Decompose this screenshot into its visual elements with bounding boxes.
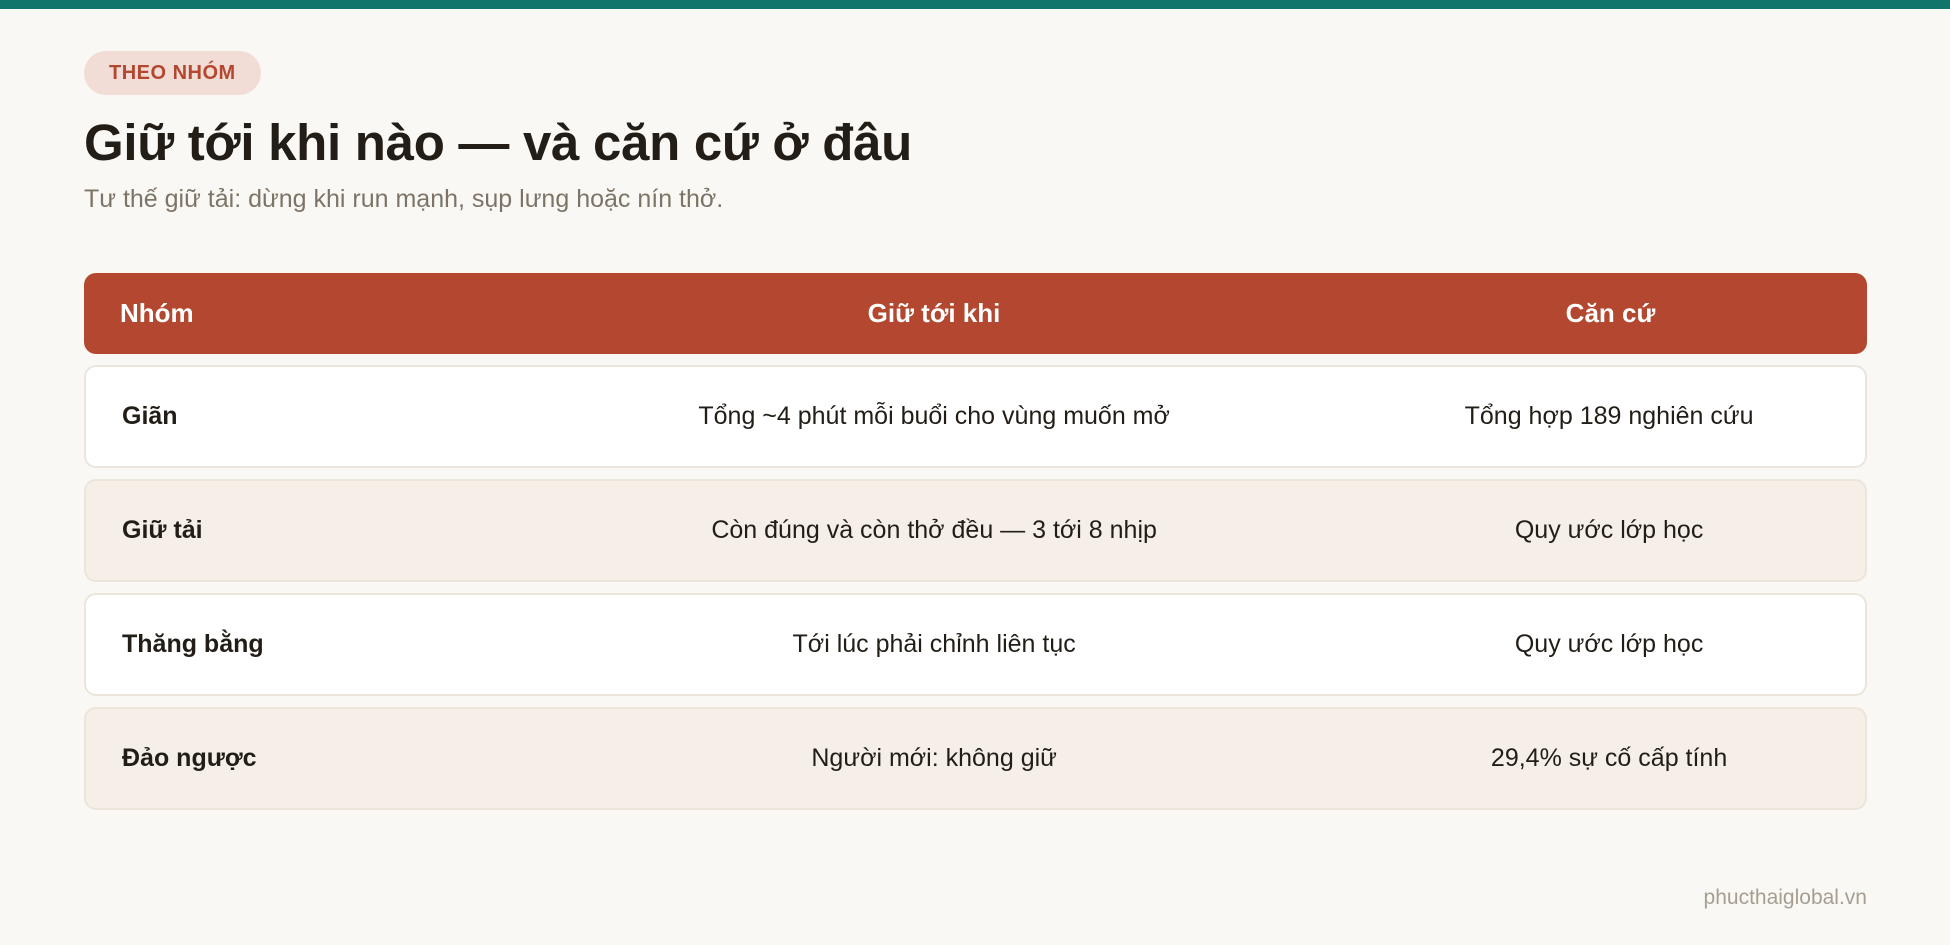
table-row: Thăng bằng Tới lúc phải chỉnh liên tục Q… — [84, 592, 1867, 696]
table-row: Đảo ngược Người mới: không giữ 29,4% sự … — [84, 706, 1867, 810]
hold-duration-table: Nhóm Giữ tới khi Căn cứ Giãn Tổng ~4 phú… — [84, 272, 1867, 810]
main-content: THEO NHÓM Giữ tới khi nào — và căn cứ ở … — [84, 51, 1867, 810]
page-subtitle: Tư thế giữ tải: dừng khi run mạnh, sụp l… — [84, 185, 724, 214]
cell-group: Giãn — [122, 401, 178, 430]
header-basis: Căn cứ — [1565, 297, 1656, 328]
footer-domain: phucthaiglobal.vn — [1703, 886, 1867, 909]
table-row: Giãn Tổng ~4 phút mỗi buổi cho vùng muốn… — [84, 364, 1867, 468]
header-group: Nhóm — [120, 297, 194, 328]
cell-basis: Quy ước lớp học — [1514, 515, 1704, 544]
cell-basis: Tổng hợp 189 nghiên cứu — [1464, 401, 1754, 430]
page-title: Giữ tới khi nào — và căn cứ ở đâu — [84, 114, 912, 171]
top-accent-bar — [0, 0, 1950, 9]
cell-group: Đảo ngược — [122, 743, 257, 772]
header-hold-until: Giữ tới khi — [867, 297, 1001, 328]
cell-group: Thăng bằng — [122, 629, 264, 658]
table-row: Giữ tải Còn đúng và còn thở đều — 3 tới … — [84, 478, 1867, 582]
cell-hold-until: Tới lúc phải chỉnh liên tục — [792, 629, 1076, 658]
category-tag: THEO NHÓM — [84, 51, 261, 95]
cell-group: Giữ tải — [122, 515, 203, 544]
cell-basis: 29,4% sự cố cấp tính — [1490, 743, 1728, 772]
table-header: Nhóm Giữ tới khi Căn cứ — [84, 272, 1867, 354]
cell-hold-until: Tổng ~4 phút mỗi buổi cho vùng muốn mở — [698, 401, 1170, 430]
cell-hold-until: Còn đúng và còn thở đều — 3 tới 8 nhịp — [711, 515, 1157, 544]
cell-basis: Quy ước lớp học — [1514, 629, 1704, 658]
cell-hold-until: Người mới: không giữ — [811, 743, 1057, 772]
